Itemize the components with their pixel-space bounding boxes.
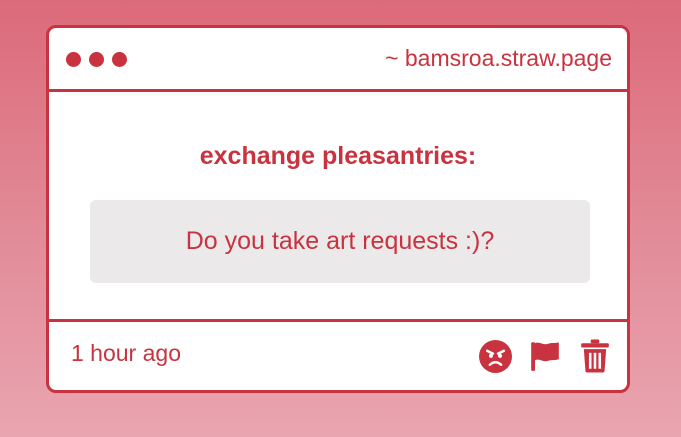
window-controls — [66, 52, 127, 67]
message-text: Do you take art requests :)? — [185, 227, 495, 255]
trash-icon — [581, 339, 609, 373]
angry-face-icon — [478, 339, 512, 373]
card-heading: exchange pleasantries: — [199, 142, 477, 170]
angry-reaction-button[interactable] — [477, 338, 513, 374]
window-dot-close[interactable] — [66, 52, 81, 67]
flag-icon — [531, 342, 559, 371]
message-box: Do you take art requests :)? — [90, 200, 590, 283]
message-card-content: exchange pleasantries: Do you take art r… — [49, 92, 627, 326]
page-url: ~ bamsroa.straw.page — [385, 45, 612, 71]
delete-button[interactable] — [577, 338, 613, 374]
title-bar: ~ bamsroa.straw.page — [49, 28, 627, 92]
window-dot-minimize[interactable] — [89, 52, 104, 67]
card-footer: 1 hour ago — [49, 319, 627, 390]
flag-button[interactable] — [527, 338, 563, 374]
window-dot-maximize[interactable] — [112, 52, 127, 67]
browser-window: ~ bamsroa.straw.page exchange pleasantri… — [46, 25, 630, 393]
timestamp: 1 hour ago — [71, 340, 181, 366]
action-bar — [477, 338, 613, 374]
